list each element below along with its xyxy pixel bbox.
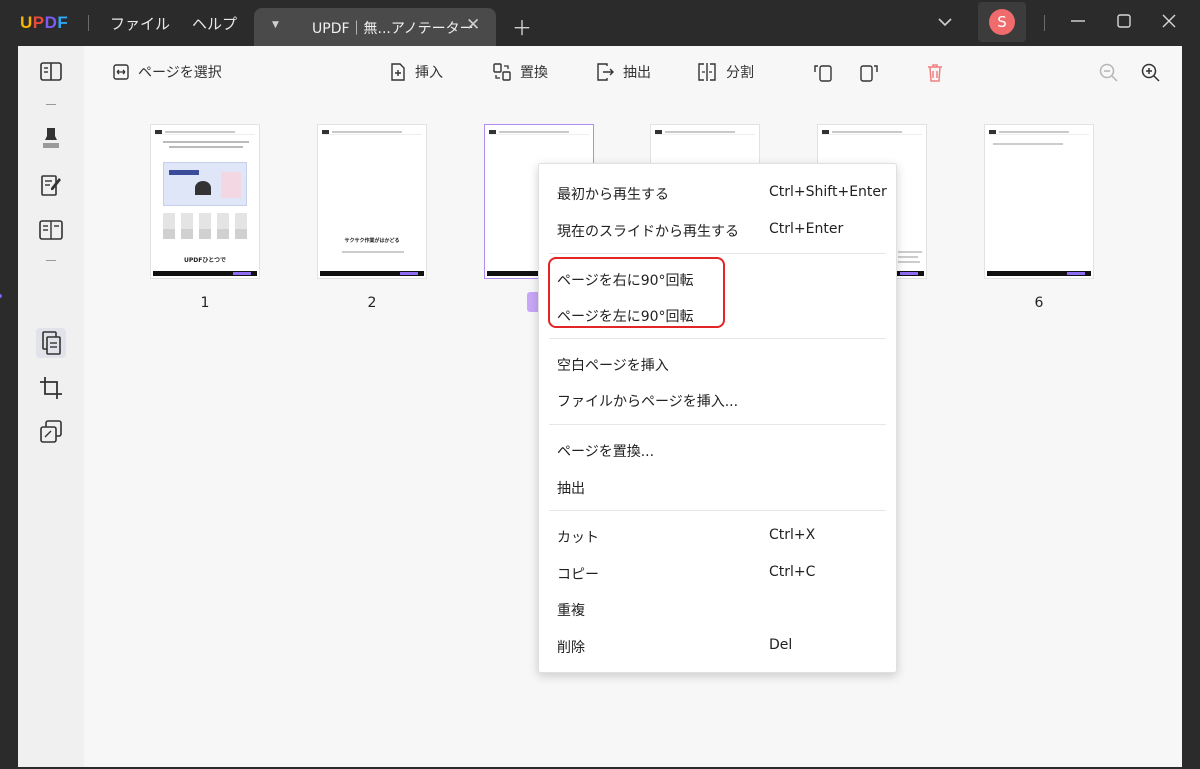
thumb-2-caption: サクサク作業がはかどる bbox=[344, 238, 400, 244]
split-icon bbox=[698, 63, 716, 81]
menu-separator bbox=[549, 510, 886, 511]
rotate-options-highlight bbox=[548, 257, 725, 328]
highlighter-icon[interactable] bbox=[37, 124, 65, 152]
menu-item-copy[interactable]: コピー Ctrl+C bbox=[557, 558, 878, 588]
menu-separator bbox=[549, 338, 886, 339]
menu-item-play-from-start[interactable]: 最初から再生する Ctrl+Shift+Enter bbox=[557, 178, 887, 208]
page-number-1: 1 bbox=[200, 295, 210, 311]
zoom-out-button[interactable] bbox=[1098, 62, 1120, 84]
title-divider bbox=[88, 15, 89, 31]
replace-label: 置換 bbox=[520, 65, 548, 81]
edit-text-icon[interactable] bbox=[37, 172, 65, 200]
page-number-6: 6 bbox=[1034, 295, 1044, 311]
thumb-1-caption: UPDFひとつで bbox=[184, 257, 226, 264]
title-bar: UPDF ファイル ヘルプ ▼ UPDF｜無...アノテーター ✕ ＋ S bbox=[0, 0, 1200, 46]
menu-separator bbox=[549, 424, 886, 425]
menu-item-insert-from-file[interactable]: ファイルからページを挿入... bbox=[557, 385, 878, 415]
maximize-icon[interactable] bbox=[1115, 11, 1133, 31]
extract-button[interactable]: 抽出 bbox=[595, 62, 651, 82]
form-icon[interactable] bbox=[37, 216, 65, 244]
page-thumbnail-6[interactable] bbox=[984, 124, 1094, 279]
page-thumbnail-2[interactable]: サクサク作業がはかどる bbox=[317, 124, 427, 279]
rail-divider bbox=[46, 104, 56, 105]
reader-icon[interactable] bbox=[37, 58, 65, 86]
menu-item-extract[interactable]: 抽出 bbox=[557, 472, 878, 502]
split-label: 分割 bbox=[726, 65, 754, 81]
zoom-in-button[interactable] bbox=[1140, 62, 1162, 84]
select-pages-label: ページを選択 bbox=[138, 65, 222, 81]
minimize-icon[interactable] bbox=[1069, 11, 1087, 31]
window-edge bbox=[1182, 46, 1200, 769]
new-tab-button[interactable]: ＋ bbox=[512, 12, 532, 41]
delete-page-button[interactable] bbox=[925, 62, 945, 84]
menu-item-insert-blank[interactable]: 空白ページを挿入 bbox=[557, 349, 878, 379]
avatar: S bbox=[989, 9, 1015, 35]
tab-dropdown-icon[interactable]: ▼ bbox=[272, 20, 279, 30]
extract-label: 抽出 bbox=[623, 65, 651, 81]
rotate-right-button[interactable] bbox=[858, 62, 880, 84]
page-context-menu: 最初から再生する Ctrl+Shift+Enter 現在のスライドから再生する … bbox=[538, 163, 897, 673]
tab-close-icon[interactable]: ✕ bbox=[466, 15, 480, 35]
menu-item-cut[interactable]: カット Ctrl+X bbox=[557, 521, 878, 551]
extract-page-icon bbox=[597, 63, 614, 81]
crop-icon[interactable] bbox=[37, 327, 65, 355]
menu-item-delete[interactable]: 削除 Del bbox=[557, 631, 878, 661]
replace-page-icon bbox=[493, 63, 511, 81]
page-number-2: 2 bbox=[367, 295, 377, 311]
menu-help[interactable]: ヘルプ bbox=[192, 13, 237, 34]
tab-title: UPDF｜無...アノテーター bbox=[312, 21, 474, 37]
insert-label: 挿入 bbox=[415, 65, 443, 81]
rail-indicator-dot bbox=[0, 292, 4, 300]
insert-button[interactable]: 挿入 bbox=[389, 62, 443, 82]
select-pages-button[interactable]: ページを選択 bbox=[112, 62, 222, 82]
organize-toolbar: ページを選択 挿入 置換 抽出 分割 bbox=[84, 46, 1182, 102]
zoom-in-icon bbox=[1141, 63, 1160, 82]
replace-button[interactable]: 置換 bbox=[492, 62, 548, 82]
menu-file[interactable]: ファイル bbox=[110, 13, 170, 34]
rotate-left-button[interactable] bbox=[812, 62, 834, 84]
page-thumbnail-1[interactable]: UPDFひとつで bbox=[150, 124, 260, 279]
zoom-out-icon bbox=[1099, 63, 1118, 82]
rotate-left-icon bbox=[814, 65, 832, 82]
close-window-icon[interactable] bbox=[1160, 11, 1178, 31]
menu-separator bbox=[549, 253, 886, 254]
rotate-right-icon bbox=[860, 65, 878, 82]
menu-item-replace-page[interactable]: ページを置換... bbox=[557, 435, 878, 465]
trash-icon bbox=[928, 64, 942, 82]
menu-item-duplicate[interactable]: 重複 bbox=[557, 594, 878, 624]
menu-item-play-from-current[interactable]: 現在のスライドから再生する Ctrl+Enter bbox=[557, 215, 878, 245]
batch-tools-icon[interactable] bbox=[37, 418, 65, 446]
title-divider-2 bbox=[1044, 15, 1045, 31]
crop-page-icon[interactable] bbox=[37, 374, 65, 402]
select-pages-icon bbox=[113, 64, 129, 80]
app-logo: UPDF bbox=[20, 13, 69, 32]
rail-divider-2 bbox=[46, 260, 56, 261]
document-tab[interactable]: ▼ UPDF｜無...アノテーター ✕ bbox=[254, 8, 496, 46]
left-tool-rail bbox=[18, 46, 84, 767]
chevron-down-icon[interactable] bbox=[937, 14, 953, 30]
insert-page-icon bbox=[391, 63, 405, 81]
split-button[interactable]: 分割 bbox=[696, 62, 754, 82]
account-button[interactable]: S bbox=[978, 2, 1026, 42]
